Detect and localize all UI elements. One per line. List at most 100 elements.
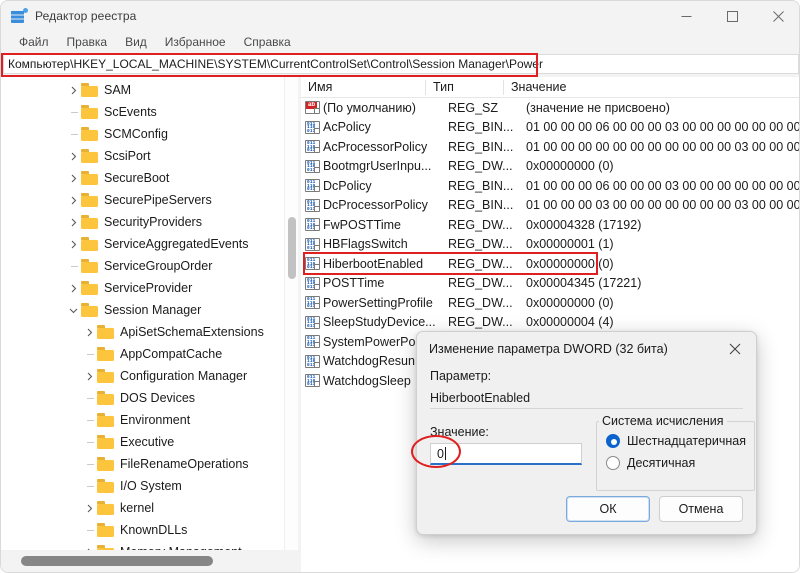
registry-value-row[interactable]: 011 110 011 POSTTime REG_DW... 0x00004345 (17… — [301, 274, 799, 294]
tree-item-leaf-marker — [81, 453, 97, 475]
tree-item[interactable]: KnownDLLs — [1, 519, 284, 541]
registry-value-row[interactable]: 011 110 011 HBFlagsSwitch REG_DW... 0x0000000… — [301, 235, 799, 255]
binary-value-icon: 011 110 011 — [301, 218, 323, 232]
tree-item-label: DOS Devices — [120, 391, 196, 405]
menu-favorites[interactable]: Избранное — [156, 33, 235, 51]
tree-item[interactable]: AppCompatCache — [1, 343, 284, 365]
radio-decimal-label: Десятичная — [627, 456, 696, 470]
registry-value-row[interactable]: 011 110 011 DcProcessorPolicy REG_BIN... 01 0… — [301, 196, 799, 216]
tree-item-label: ApiSetSchemaExtensions — [120, 325, 264, 339]
base-group-title: Система исчисления — [599, 414, 727, 428]
chevron-right-icon[interactable] — [65, 167, 81, 189]
tree-item[interactable]: I/O System — [1, 475, 284, 497]
chevron-right-icon[interactable] — [81, 541, 97, 550]
tree-item[interactable]: SecurityProviders — [1, 211, 284, 233]
value-name-cell: SleepStudyDevice... — [323, 315, 436, 330]
tree-item-leaf-marker — [65, 123, 81, 145]
tree-item[interactable]: Environment — [1, 409, 284, 431]
menu-file[interactable]: Файл — [10, 33, 58, 51]
tree-hscrollbar-thumb[interactable] — [21, 556, 213, 566]
dialog-close-icon[interactable] — [714, 332, 756, 365]
tree-item[interactable]: ScEvents — [1, 101, 284, 123]
value-data-cell: 01 00 00 00 06 00 00 00 03 00 00 00 00 0… — [526, 178, 800, 193]
close-button[interactable] — [755, 1, 799, 31]
column-header-type[interactable]: Тип — [426, 77, 504, 98]
radio-decimal-indicator[interactable] — [606, 456, 620, 470]
tree-item-label: Session Manager — [104, 303, 202, 317]
tree-item[interactable]: DOS Devices — [1, 387, 284, 409]
dialog-title-bar: Изменение параметра DWORD (32 бита) — [417, 332, 756, 365]
menu-view[interactable]: Вид — [116, 33, 156, 51]
column-header-name-label: Имя — [308, 80, 333, 94]
chevron-right-icon[interactable] — [65, 233, 81, 255]
maximize-button[interactable] — [709, 1, 755, 31]
radio-decimal[interactable]: Десятичная — [606, 452, 746, 474]
registry-value-row[interactable]: 011 110 011 HiberbootEnabled REG_DW... 0x0000… — [301, 254, 799, 274]
folder-icon — [97, 347, 115, 361]
binary-value-icon: 011 110 011 — [301, 335, 323, 349]
value-type-cell: REG_DW... — [448, 159, 513, 174]
tree-item[interactable]: ServiceAggregatedEvents — [1, 233, 284, 255]
tree-item[interactable]: Memory Management — [1, 541, 284, 550]
tree-item[interactable]: ServiceGroupOrder — [1, 255, 284, 277]
tree-item[interactable]: FileRenameOperations — [1, 453, 284, 475]
binary-value-icon: 011 110 011 — [301, 237, 323, 251]
chevron-right-icon[interactable] — [81, 365, 97, 387]
chevron-right-icon[interactable] — [65, 79, 81, 101]
chevron-right-icon[interactable] — [65, 277, 81, 299]
value-name-cell: BootmgrUserInpu... — [323, 159, 432, 174]
registry-value-row[interactable]: 011 110 011 AcPolicy REG_BIN... 01 00 00 00 0… — [301, 118, 799, 138]
value-column: Значение: 0 — [430, 421, 582, 491]
chevron-right-icon[interactable] — [65, 211, 81, 233]
tree-item-label: kernel — [120, 501, 155, 515]
column-header-name[interactable]: Имя — [301, 77, 426, 98]
tree-item[interactable]: SAM — [1, 79, 284, 101]
value-name-cell: DcProcessorPolicy — [323, 198, 428, 213]
tree-item-label: SecureBoot — [104, 171, 170, 185]
tree-horizontal-scrollbar[interactable] — [1, 550, 298, 572]
address-bar-input[interactable]: Компьютер\HKEY_LOCAL_MACHINE\SYSTEM\Curr… — [3, 54, 799, 74]
chevron-right-icon[interactable] — [65, 189, 81, 211]
title-bar: Редактор реестра — [1, 1, 799, 31]
tree-item[interactable]: Configuration Manager — [1, 365, 284, 387]
menu-edit[interactable]: Правка — [58, 33, 117, 51]
tree-item[interactable]: kernel — [1, 497, 284, 519]
registry-value-row[interactable]: 011 110 011 BootmgrUserInpu... REG_DW... 0x00… — [301, 157, 799, 177]
column-header-value-label: Значение — [511, 80, 567, 94]
minimize-button[interactable] — [663, 1, 709, 31]
registry-value-row[interactable]: 011 110 011 FwPOSTTime REG_DW... 0x00004328 (… — [301, 215, 799, 235]
registry-value-row[interactable]: 011 110 011 SleepStudyDevice... REG_DW... 0x0… — [301, 313, 799, 333]
chevron-right-icon[interactable] — [65, 145, 81, 167]
tree-item[interactable]: ApiSetSchemaExtensions — [1, 321, 284, 343]
tree-item-leaf-marker — [81, 387, 97, 409]
tree-item[interactable]: SecurePipeServers — [1, 189, 284, 211]
ok-button[interactable]: ОК — [566, 496, 650, 522]
edit-dword-dialog: Изменение параметра DWORD (32 бита) Пара… — [416, 331, 757, 535]
tree-item-label: ScEvents — [104, 105, 157, 119]
chevron-down-icon[interactable] — [65, 299, 81, 321]
registry-value-row[interactable]: ab (По умолчанию) REG_SZ (значение не присв… — [301, 98, 799, 118]
column-header-value[interactable]: Значение — [504, 77, 799, 98]
chevron-right-icon[interactable] — [81, 497, 97, 519]
registry-value-row[interactable]: 011 110 011 AcProcessorPolicy REG_BIN... 01 0… — [301, 137, 799, 157]
folder-icon — [81, 149, 99, 163]
tree-item[interactable]: ScsiPort — [1, 145, 284, 167]
registry-value-row[interactable]: 011 110 011 DcPolicy REG_BIN... 01 00 00 00 0… — [301, 176, 800, 196]
radio-hexadecimal[interactable]: Шестнадцатеричная — [606, 430, 746, 452]
tree-item[interactable]: SCMConfig — [1, 123, 284, 145]
tree-item[interactable]: SecureBoot — [1, 167, 284, 189]
value-input[interactable]: 0 — [430, 443, 582, 465]
registry-value-row[interactable]: 011 110 011 PowerSettingProfile REG_DW... 0x0… — [301, 293, 799, 313]
tree-vertical-scrollbar[interactable] — [284, 77, 298, 550]
value-type-cell: REG_BIN... — [448, 120, 514, 135]
cancel-button[interactable]: Отмена — [659, 496, 743, 522]
folder-icon — [97, 413, 115, 427]
menu-help[interactable]: Справка — [235, 33, 300, 51]
tree-scrollbar-thumb[interactable] — [288, 217, 296, 279]
tree-item[interactable]: Session Manager — [1, 299, 284, 321]
radio-hexadecimal-indicator[interactable] — [606, 434, 620, 448]
chevron-right-icon[interactable] — [81, 321, 97, 343]
tree-item[interactable]: Executive — [1, 431, 284, 453]
value-name-cell: HiberbootEnabled — [323, 256, 424, 271]
tree-item[interactable]: ServiceProvider — [1, 277, 284, 299]
